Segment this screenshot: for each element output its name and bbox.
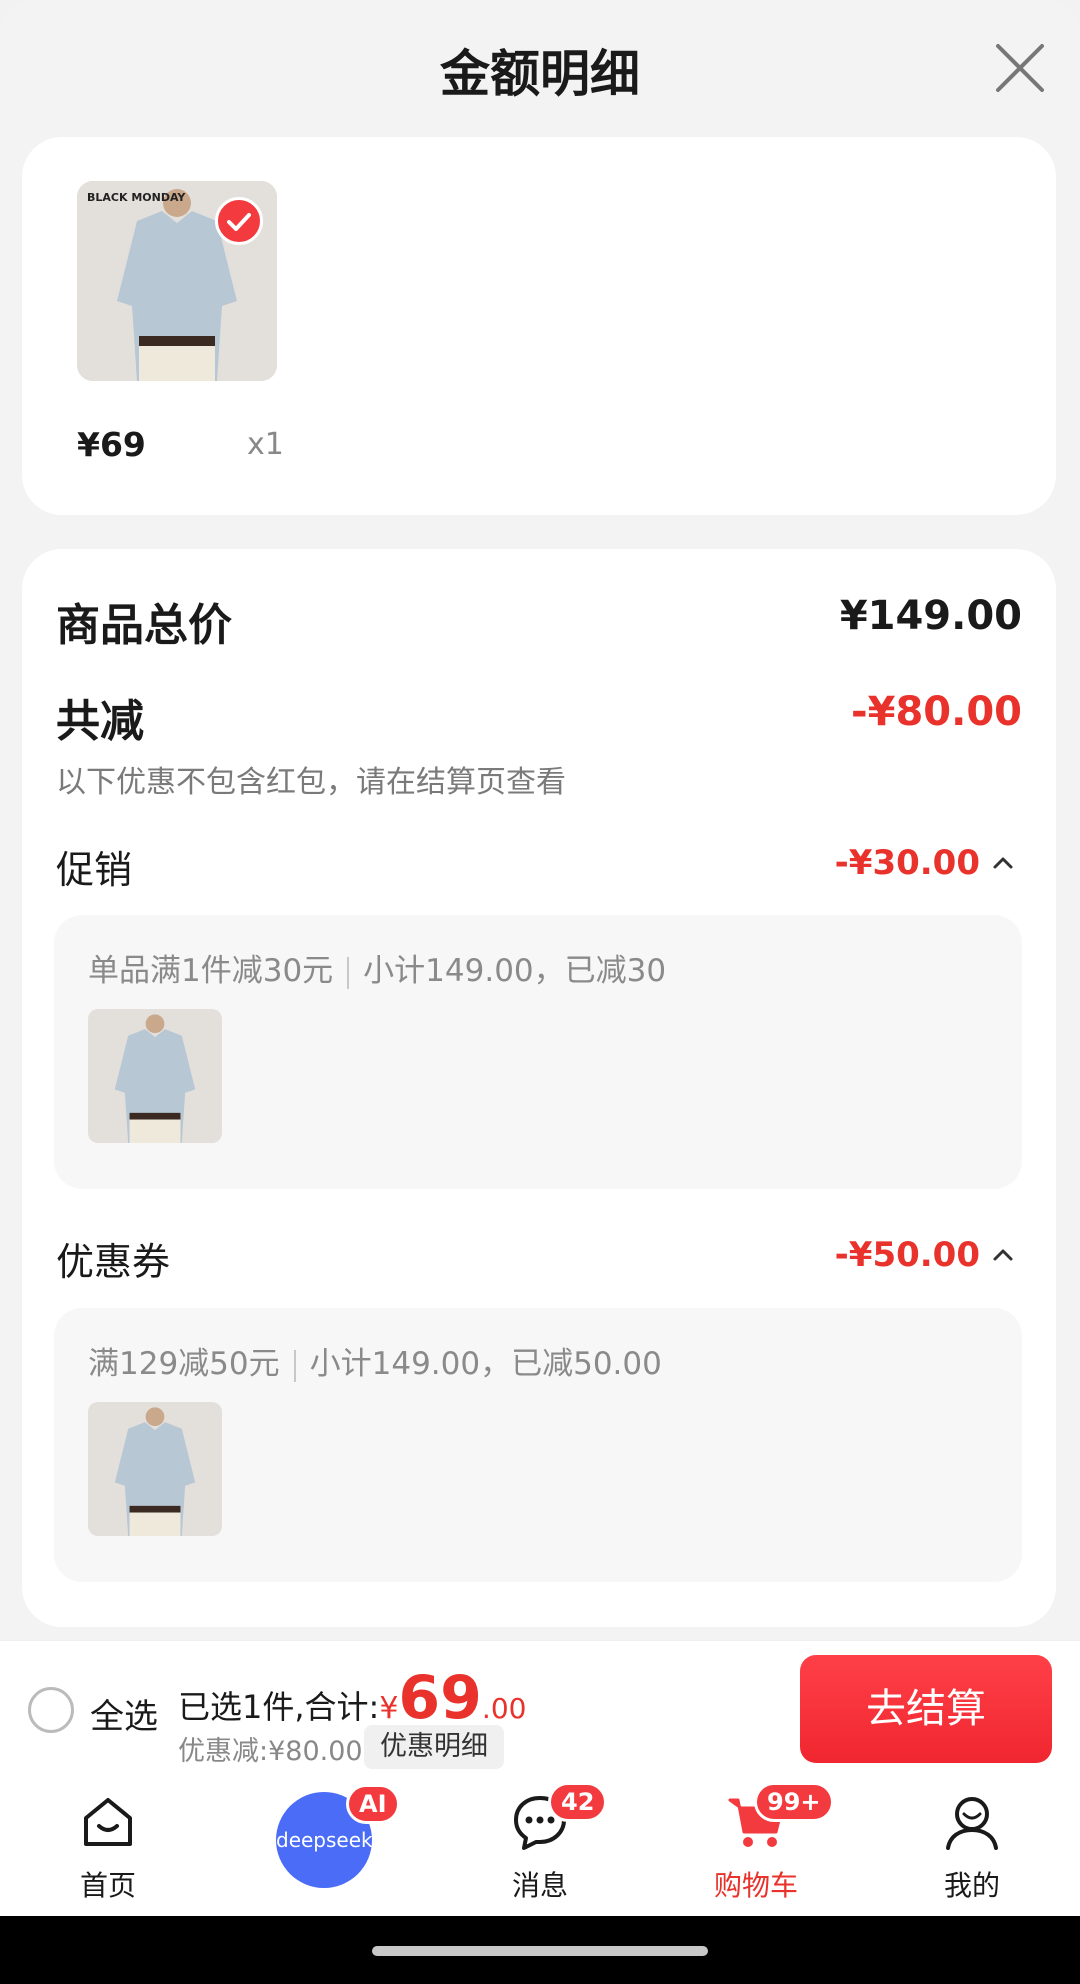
select-all-label[interactable]: 全选 [90,1689,158,1738]
user-icon [946,1797,998,1850]
divider [293,1349,296,1382]
coupon-rule: 满129减50元 [88,1346,280,1382]
tab-messages[interactable]: 42 消息 [432,1778,648,1916]
promo-subtotal: 小计149.00，已减30 [363,953,667,989]
total-price-label: 商品总价 [56,600,232,651]
divider [347,956,350,989]
total-reduction-label: 共减 [56,696,144,747]
coupon-value: -¥50.00 [834,1235,980,1275]
select-all-radio[interactable] [28,1687,74,1733]
promo-label: 促销 [56,848,133,892]
coupon-product-thumbnail[interactable] [88,1402,222,1536]
tab-profile-label: 我的 [943,1869,1000,1902]
total-reduction-value: -¥80.00 [851,689,1022,735]
promo-rule-line: 单品满1件减30元 小计149.00，已减30 [88,945,666,990]
tab-home[interactable]: 首页 [0,1778,216,1916]
product-price: ¥69 [77,425,146,464]
coupon-detail-box: 满129减50元 小计149.00，已减50.00 [54,1308,1022,1582]
discount-detail-button[interactable]: 优惠明细 [364,1725,504,1769]
tab-cart[interactable]: 99+ 购物车 [648,1778,864,1916]
chevron-up-icon [993,1249,1013,1261]
promo-rule: 单品满1件减30元 [88,953,334,989]
shirt-image-icon [88,1009,222,1143]
promo-product-thumbnail[interactable] [88,1009,222,1143]
reduction-note: 以下优惠不包含红包，请在结算页查看 [56,765,566,800]
product-card: BLACK MONDAY ¥69 x1 [22,137,1056,515]
promo-detail-box: 单品满1件减30元 小计149.00，已减30 [54,915,1022,1189]
promo-value: -¥30.00 [834,843,980,883]
cart-count-badge: 99+ [754,1782,834,1822]
total-price-value: ¥149.00 [839,593,1022,639]
coupon-toggle[interactable]: -¥50.00 [835,1235,1016,1275]
amount-detail-sheet: 金额明细 BLACK MONDAY ¥69 x1 商品总价 ¥149.00 共减… [0,0,1080,1984]
chevron-up-icon [993,857,1013,869]
message-count-badge: 42 [548,1782,608,1822]
discount-summary: 优惠减:¥80.00 [178,1736,363,1767]
ai-badge: AI [346,1784,400,1824]
bottom-tab-bar: 首页 deepseek AI 42 消息 99+ 购物车 我的 [0,1778,1080,1916]
system-nav-area [0,1916,1080,1984]
promo-toggle[interactable]: -¥30.00 [835,843,1016,883]
product-quantity: x1 [247,427,284,462]
tab-messages-label: 消息 [511,1869,568,1902]
currency-symbol: ¥ [379,1691,399,1726]
price-detail-card: 商品总价 ¥149.00 共减 -¥80.00 以下优惠不包含红包，请在结算页查… [22,549,1056,1627]
product-thumbnail[interactable]: BLACK MONDAY [77,181,277,381]
sheet-title: 金额明细 [440,45,640,103]
total-amount-decimal: .00 [481,1692,527,1725]
coupon-subtotal: 小计149.00，已减50.00 [309,1346,662,1382]
home-icon [84,1798,132,1846]
coupon-label: 优惠券 [56,1240,171,1284]
total-amount: 69 [398,1663,482,1733]
coupon-rule-line: 满129减50元 小计149.00，已减50.00 [88,1338,662,1383]
checkout-bar: 全选 已选1件,合计:¥69.00 优惠减:¥80.00 优惠明细 去结算 [0,1640,1080,1778]
svg-text:BLACK MONDAY: BLACK MONDAY [87,191,186,204]
total-summary: 已选1件,合计:¥69.00 [178,1663,526,1733]
home-indicator[interactable] [372,1946,708,1956]
shirt-image-icon [88,1402,222,1536]
tab-home-label: 首页 [79,1869,136,1902]
close-icon[interactable] [992,40,1048,96]
sheet-header: 金额明细 [0,0,1080,136]
selected-prefix: 已选1件,合计: [178,1688,380,1726]
tab-cart-label: 购物车 [713,1869,798,1902]
selected-check-icon[interactable] [215,197,263,245]
tab-profile[interactable]: 我的 [864,1778,1080,1916]
checkout-button[interactable]: 去结算 [800,1655,1052,1763]
tab-deepseek[interactable]: deepseek AI [216,1778,432,1916]
